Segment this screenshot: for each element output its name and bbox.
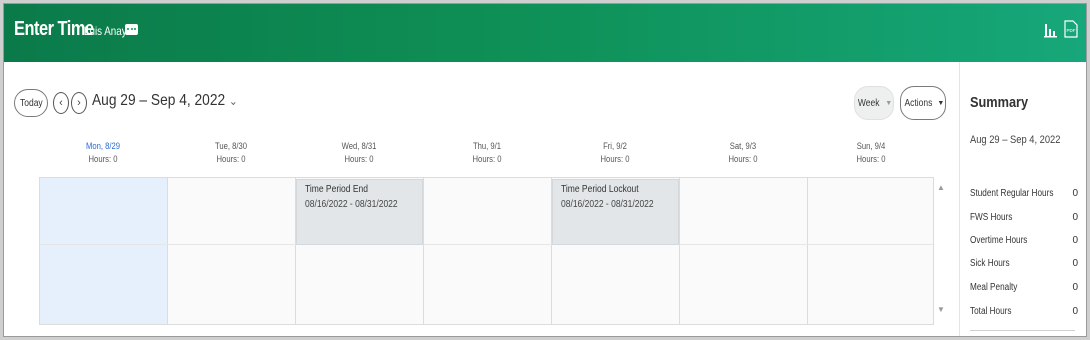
- related-actions-icon[interactable]: [125, 24, 138, 35]
- summary-row: Student Regular Hours 0: [970, 188, 1078, 199]
- day-hours: Hours: 0: [600, 154, 630, 164]
- svg-text:PDF: PDF: [1067, 28, 1076, 33]
- view-select[interactable]: Week ▼: [854, 86, 894, 120]
- scroll-up-icon[interactable]: ▲: [937, 183, 945, 192]
- actions-button[interactable]: Actions ▼: [900, 86, 946, 120]
- day-header-wed: Wed, 8/31 Hours: 0: [295, 140, 423, 166]
- summary-row-total: Total Hours 0: [970, 306, 1078, 317]
- date-range-selector[interactable]: Aug 29 – Sep 4, 2022 ⌄: [92, 92, 238, 110]
- view-select-label: Week: [857, 97, 880, 109]
- day-label: Fri, 9/2: [603, 141, 627, 151]
- chevron-down-icon: ⌄: [228, 94, 238, 108]
- page-title: Enter Time: [14, 18, 94, 40]
- today-button[interactable]: Today: [14, 89, 48, 117]
- day-label: Sun, 9/4: [856, 141, 886, 151]
- chevron-left-icon[interactable]: ‹: [53, 92, 69, 114]
- day-label: Sat, 9/3: [729, 141, 757, 151]
- summary-row-value: 0: [1072, 258, 1078, 269]
- time-period-end-event[interactable]: Time Period End 08/16/2022 - 08/31/2022: [296, 179, 423, 245]
- day-hours: Hours: 0: [728, 154, 758, 164]
- grid-divider: [40, 244, 933, 245]
- caret-down-icon: ▼: [937, 99, 945, 107]
- summary-row-label: Student Regular Hours: [970, 188, 1054, 199]
- calendar-grid: Time Period End 08/16/2022 - 08/31/2022 …: [39, 177, 934, 325]
- summary-row-value: 0: [1072, 212, 1078, 223]
- day-cell-thu[interactable]: [424, 178, 552, 324]
- main-content: Today ‹ › Aug 29 – Sep 4, 2022 ⌄ Week ▼ …: [4, 62, 1086, 336]
- summary-row-label: Sick Hours: [970, 258, 1010, 269]
- caret-down-icon: ▼: [885, 99, 893, 107]
- day-label: Wed, 8/31: [341, 141, 377, 151]
- day-hours: Hours: 0: [472, 154, 502, 164]
- actions-button-label: Actions: [904, 97, 932, 109]
- event-title: Time Period End: [305, 184, 368, 195]
- summary-row: Sick Hours 0: [970, 258, 1078, 269]
- day-header-fri: Fri, 9/2 Hours: 0: [551, 140, 679, 166]
- day-cell-mon[interactable]: [40, 178, 168, 324]
- summary-row-label: Total Hours: [970, 306, 1012, 317]
- summary-row-value: 0: [1072, 306, 1078, 317]
- event-range: 08/16/2022 - 08/31/2022: [305, 199, 398, 210]
- day-hours: Hours: 0: [856, 154, 886, 164]
- enter-time-window: Enter Time Luis Anaya PDF Today ‹ › Aug …: [3, 3, 1087, 337]
- summary-row-label: Overtime Hours: [970, 235, 1028, 246]
- day-hours: Hours: 0: [216, 154, 246, 164]
- day-cell-tue[interactable]: [168, 178, 296, 324]
- summary-divider: [959, 62, 960, 336]
- grid-scrollbar[interactable]: ▲ ▼: [934, 177, 948, 325]
- event-title: Time Period Lockout: [561, 184, 639, 195]
- summary-title: Summary: [970, 94, 1029, 111]
- day-cell-sat[interactable]: [680, 178, 808, 324]
- day-header-mon: Mon, 8/29 Hours: 0: [39, 140, 167, 166]
- scroll-down-icon[interactable]: ▼: [937, 305, 945, 314]
- summary-row-value: 0: [1072, 188, 1078, 199]
- day-header-sat: Sat, 9/3 Hours: 0: [679, 140, 807, 166]
- event-range: 08/16/2022 - 08/31/2022: [561, 199, 654, 210]
- chevron-right-icon[interactable]: ›: [71, 92, 87, 114]
- summary-date-range: Aug 29 – Sep 4, 2022: [970, 134, 1061, 146]
- pdf-icon[interactable]: PDF: [1064, 20, 1078, 38]
- day-header-thu: Thu, 9/1 Hours: 0: [423, 140, 551, 166]
- day-hours: Hours: 0: [344, 154, 374, 164]
- day-hours: Hours: 0: [88, 154, 118, 164]
- day-cell-sun[interactable]: [808, 178, 935, 324]
- summary-row-value: 0: [1072, 235, 1078, 246]
- day-header-sun: Sun, 9/4 Hours: 0: [807, 140, 935, 166]
- day-label: Mon, 8/29: [85, 141, 121, 151]
- summary-row-value: 0: [1072, 282, 1078, 293]
- time-period-lockout-event[interactable]: Time Period Lockout 08/16/2022 - 08/31/2…: [552, 179, 679, 245]
- day-label: Tue, 8/30: [214, 141, 248, 151]
- day-label: Thu, 9/1: [472, 141, 502, 151]
- page-header: Enter Time Luis Anaya PDF: [4, 4, 1086, 62]
- day-header-tue: Tue, 8/30 Hours: 0: [167, 140, 295, 166]
- today-button-label: Today: [19, 97, 43, 109]
- date-range-label: Aug 29 – Sep 4, 2022: [92, 92, 226, 109]
- summary-rule: [970, 330, 1075, 331]
- summary-row: Overtime Hours 0: [970, 235, 1078, 246]
- summary-row-label: Meal Penalty: [970, 282, 1018, 293]
- chart-icon[interactable]: [1044, 20, 1058, 38]
- summary-row: Meal Penalty 0: [970, 282, 1078, 293]
- summary-row-label: FWS Hours: [970, 212, 1013, 223]
- summary-row: FWS Hours 0: [970, 212, 1078, 223]
